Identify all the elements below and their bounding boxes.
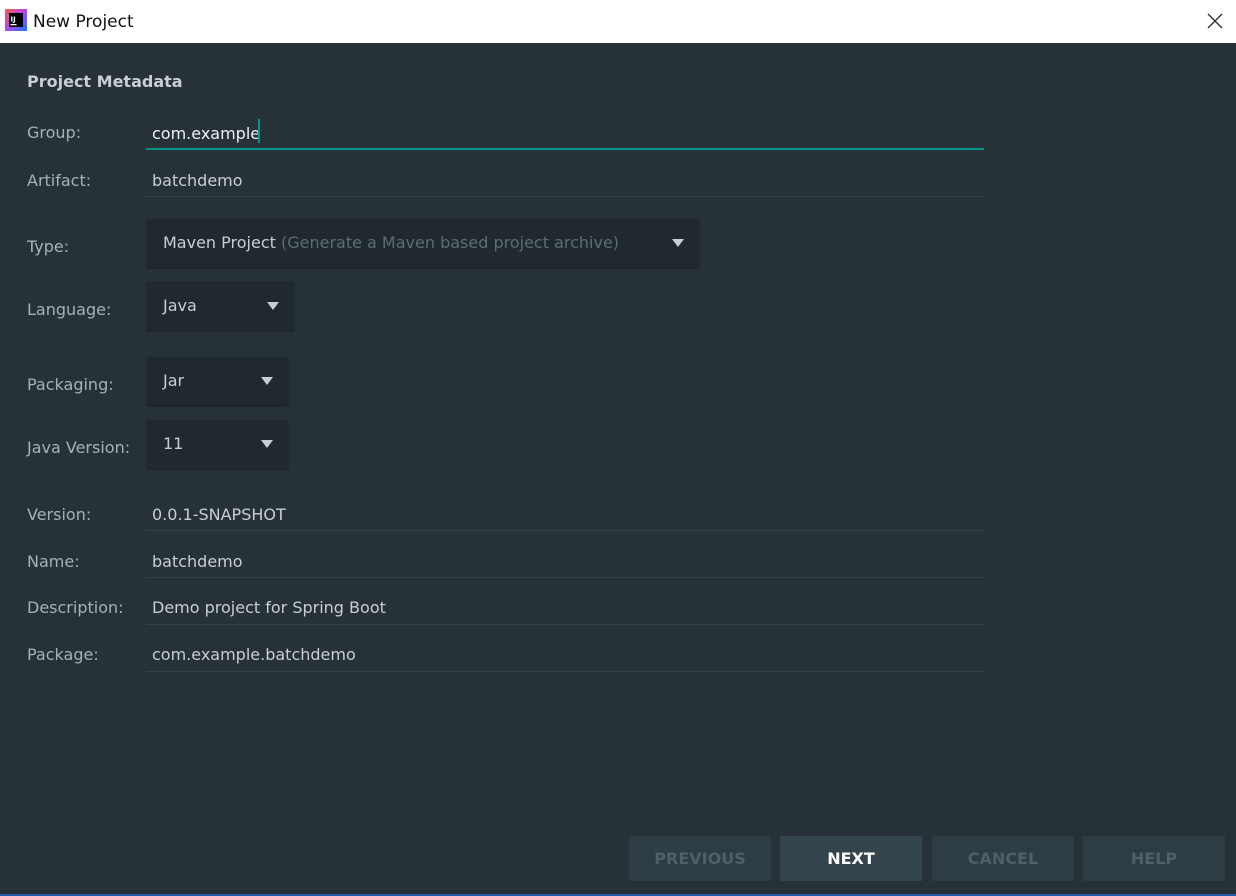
package-underline [146, 671, 984, 672]
java-version-value: 11 [163, 434, 184, 453]
packaging-value: Jar [163, 371, 185, 390]
name-field[interactable]: batchdemo [152, 552, 243, 571]
svg-text:IJ: IJ [11, 16, 16, 24]
previous-button[interactable]: PREVIOUS [629, 836, 771, 881]
description-underline [146, 624, 984, 625]
packaging-dropdown[interactable]: Jar [147, 357, 288, 405]
text-caret [258, 119, 260, 143]
name-label: Name: [27, 552, 80, 571]
type-dropdown[interactable]: Maven Project (Generate a Maven based pr… [147, 219, 699, 267]
group-label: Group: [27, 123, 82, 142]
language-dropdown[interactable]: Java [147, 282, 294, 330]
description-field[interactable]: Demo project for Spring Boot [152, 598, 386, 617]
intellij-idea-icon: IJ [5, 9, 27, 31]
version-label: Version: [27, 505, 92, 524]
java-version-label: Java Version: [27, 438, 131, 457]
description-label: Description: [27, 598, 124, 617]
close-button[interactable] [1200, 6, 1230, 36]
chevron-down-icon [267, 302, 279, 310]
next-button[interactable]: NEXT [780, 836, 922, 881]
window-title: New Project [33, 12, 134, 32]
group-input[interactable] [146, 118, 984, 150]
close-icon [1207, 13, 1223, 29]
language-value: Java [163, 296, 197, 315]
package-field[interactable]: com.example.batchdemo [152, 645, 356, 664]
type-label: Type: [27, 237, 70, 256]
cancel-button[interactable]: CANCEL [932, 836, 1074, 881]
section-title: Project Metadata [27, 72, 183, 91]
version-field[interactable]: 0.0.1-SNAPSHOT [152, 505, 286, 524]
window-titlebar: IJ New Project [0, 0, 1236, 43]
type-value: Maven Project [163, 233, 276, 252]
name-underline [146, 577, 984, 578]
artifact-label: Artifact: [27, 171, 92, 190]
type-hint: (Generate a Maven based project archive) [280, 233, 620, 252]
chevron-down-icon [261, 440, 273, 448]
version-underline [146, 530, 984, 531]
language-label: Language: [27, 300, 112, 319]
help-button[interactable]: HELP [1083, 836, 1225, 881]
package-label: Package: [27, 645, 99, 664]
artifact-underline [146, 196, 984, 197]
chevron-down-icon [672, 239, 684, 247]
new-project-form: Project Metadata Group: Artifact: batchd… [0, 43, 1236, 896]
packaging-label: Packaging: [27, 375, 114, 394]
chevron-down-icon [261, 377, 273, 385]
artifact-field[interactable]: batchdemo [152, 171, 243, 190]
java-version-dropdown[interactable]: 11 [147, 420, 288, 468]
